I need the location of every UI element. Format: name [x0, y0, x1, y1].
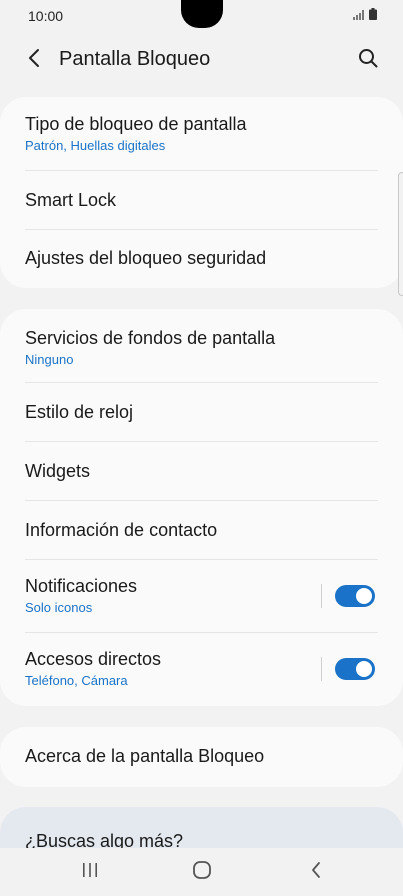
item-title: Ajustes del bloqueo seguridad — [25, 248, 267, 268]
back-icon — [27, 48, 41, 73]
divider — [321, 583, 322, 608]
home-icon — [192, 860, 212, 885]
toggle-knob — [354, 659, 374, 679]
battery-icon — [369, 7, 377, 25]
nav-back-icon — [310, 861, 322, 884]
recents-button[interactable] — [76, 860, 104, 884]
toggle-knob — [354, 585, 374, 606]
item-title: Acerca de la pantalla Bloqueo — [25, 746, 265, 766]
list-item-smart-lock[interactable]: Smart Lock — [0, 170, 403, 229]
list-item-about-lock-screen[interactable]: Acerca de la pantalla Bloqueo — [0, 727, 403, 787]
home-button[interactable] — [188, 860, 216, 884]
list-item-contact-info[interactable]: Información de contacto — [0, 500, 403, 559]
signal-icon — [353, 7, 365, 25]
item-title: Tipo de bloqueo de pantalla — [25, 114, 247, 134]
list-item-security-settings[interactable]: Ajustes del bloqueo seguridad — [0, 229, 403, 288]
list-item-lock-type[interactable]: Tipo de bloqueo de pantalla Patrón, Huel… — [0, 97, 403, 170]
item-title: Servicios de fondos de pantalla — [25, 328, 276, 348]
list-item-clock-style[interactable]: Estilo de reloj — [0, 382, 403, 441]
page-title: Pantalla Bloqueo — [59, 48, 211, 70]
toggle-container — [321, 657, 375, 681]
item-title: Widgets — [25, 461, 91, 481]
shortcuts-toggle[interactable] — [335, 658, 375, 680]
list-item-widgets[interactable]: Widgets — [0, 441, 403, 500]
item-subtitle: Patrón, Huellas digitales — [25, 138, 166, 153]
item-title: Smart Lock — [25, 190, 117, 210]
item-title: Estilo de reloj — [25, 402, 134, 422]
app-bar: Pantalla Bloqueo — [0, 32, 403, 88]
back-button[interactable] — [20, 46, 48, 74]
list-item-wallpaper-services[interactable]: Servicios de fondos de pantalla Ninguno — [0, 309, 403, 382]
navigation-bar — [0, 848, 403, 896]
notifications-toggle[interactable] — [335, 584, 375, 607]
status-icons — [353, 7, 377, 25]
list-item-notifications[interactable]: Notificaciones Solo iconos — [0, 559, 403, 632]
item-title: Información de contacto — [25, 520, 218, 540]
nav-back-button[interactable] — [302, 860, 330, 884]
recents-icon — [81, 862, 99, 883]
lock-settings-card: Tipo de bloqueo de pantalla Patrón, Huel… — [0, 97, 403, 288]
toggle-container — [321, 583, 375, 608]
item-subtitle: Ninguno — [25, 352, 74, 367]
display-settings-card: Servicios de fondos de pantalla Ninguno … — [0, 309, 403, 706]
search-icon — [358, 48, 378, 73]
list-item-shortcuts[interactable]: Accesos directos Teléfono, Cámara — [0, 632, 403, 706]
scrollbar[interactable] — [398, 172, 403, 296]
search-button[interactable] — [354, 46, 382, 74]
about-card: Acerca de la pantalla Bloqueo — [0, 727, 403, 787]
status-time: 10:00 — [28, 8, 64, 24]
divider — [321, 657, 322, 681]
